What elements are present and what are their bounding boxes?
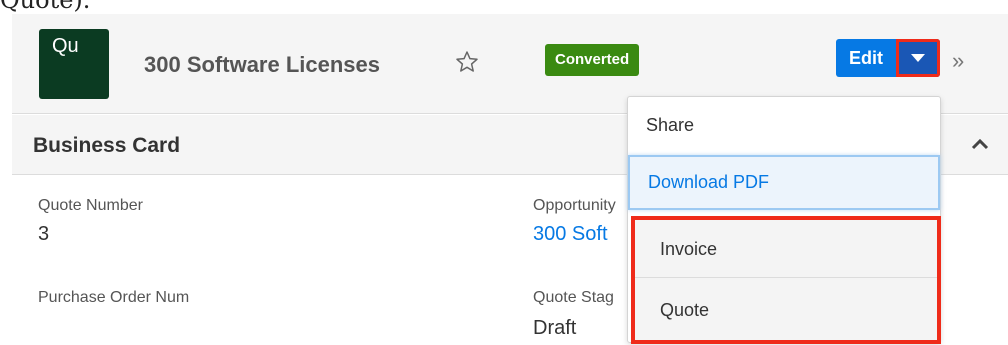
quote-number-value: 3 [38,223,50,245]
menu-item-invoice[interactable]: Invoice [635,220,937,278]
caret-down-icon [911,54,925,62]
menu-item-share[interactable]: Share [628,97,940,154]
double-chevron-right-icon[interactable]: » [952,48,964,74]
purchase-order-label: Purchase Order Num [38,289,190,306]
status-badge: Converted [545,44,640,76]
quote-stage-label: Quote Stag [533,289,614,306]
opportunity-label: Opportunity [533,197,616,214]
opportunity-link[interactable]: 300 Soft [533,223,608,246]
section-title: Business Card [33,134,181,157]
actions-dropdown-menu: Share Download PDF Invoice Quote [627,96,941,344]
actions-dropdown-toggle[interactable] [896,39,940,77]
quote-number-label: Quote Number [38,197,143,214]
chevron-up-icon[interactable] [970,137,990,151]
highlight-box: Invoice Quote [631,216,941,344]
module-badge: Qu [39,29,109,99]
star-icon[interactable] [455,50,479,74]
menu-item-quote[interactable]: Quote [635,279,937,341]
edit-button[interactable]: Edit [836,39,896,77]
partial-caption-text: Quote). [0,0,91,14]
edit-button-group: Edit [836,39,940,77]
record-title: 300 Software Licenses [144,52,381,77]
menu-item-download-pdf[interactable]: Download PDF [628,155,940,210]
quote-stage-value: Draft [533,317,577,339]
